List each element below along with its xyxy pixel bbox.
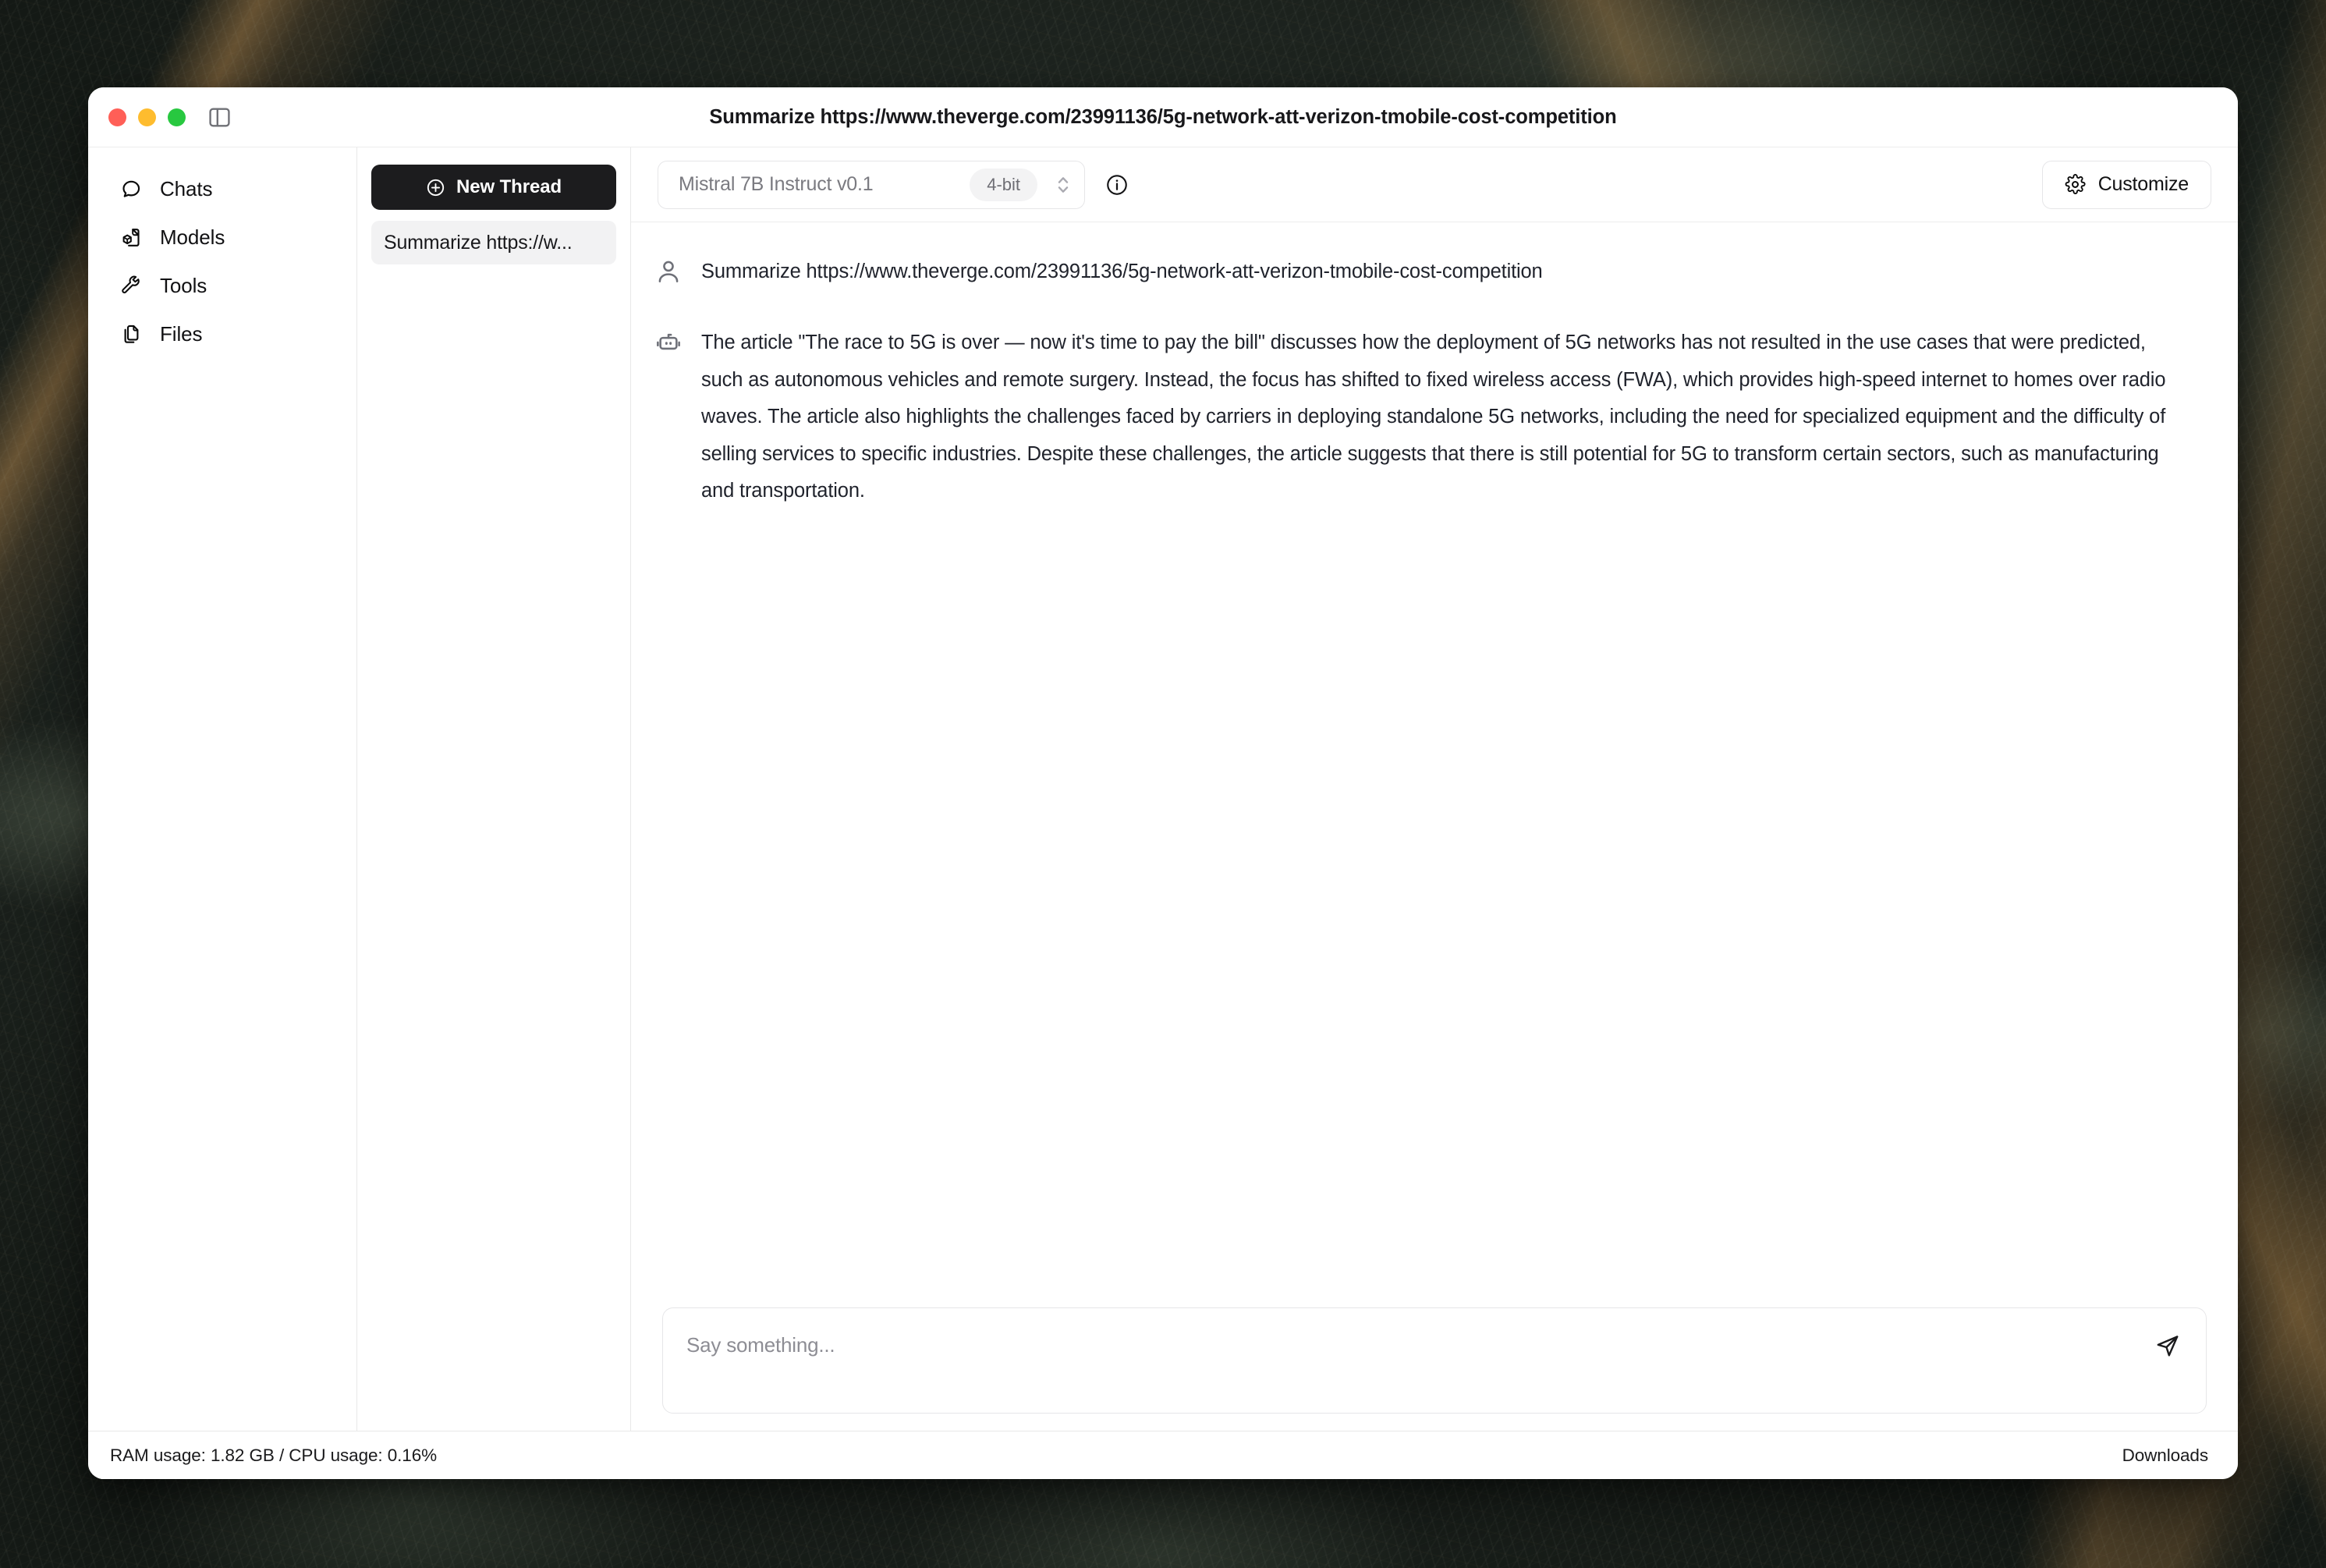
sidebar-item-chats[interactable]: Chats <box>88 165 356 213</box>
chat-bubble-icon <box>119 177 143 200</box>
sidebar-item-files[interactable]: Files <box>88 310 356 358</box>
model-file-icon <box>119 225 143 249</box>
sidebar-item-models[interactable]: Models <box>88 213 356 261</box>
minimize-button[interactable] <box>138 108 156 126</box>
customize-button[interactable]: Customize <box>2041 160 2211 209</box>
zoom-button[interactable] <box>168 108 186 126</box>
message-assistant: The article "The race to 5G is over — no… <box>654 325 2207 509</box>
sidebar-toggle-icon[interactable] <box>209 108 230 127</box>
threads-panel: New Thread Summarize https://w... <box>357 147 631 1431</box>
model-selector[interactable]: Mistral 7B Instruct v0.1 4-bit <box>658 160 1085 209</box>
window-titlebar: Summarize https://www.theverge.com/23991… <box>88 87 2238 147</box>
sidebar-item-label: Files <box>160 321 203 346</box>
composer-area: Say something... <box>631 1307 2238 1431</box>
message-user: Summarize https://www.theverge.com/23991… <box>654 254 2207 290</box>
status-bar: RAM usage: 1.82 GB / CPU usage: 0.16% Do… <box>88 1431 2238 1479</box>
page-title: Summarize https://www.theverge.com/23991… <box>709 105 1617 128</box>
chat-header: Mistral 7B Instruct v0.1 4-bit Customize <box>631 147 2238 222</box>
customize-label: Customize <box>2097 173 2189 195</box>
person-icon <box>654 254 683 282</box>
new-thread-button[interactable]: New Thread <box>371 165 616 210</box>
traffic-light-group <box>108 108 186 126</box>
window-body: Chats Models Tools Files New Thread Summ… <box>88 147 2238 1431</box>
sidebar-item-label: Tools <box>160 273 207 297</box>
send-paper-plane-icon[interactable] <box>2151 1329 2184 1361</box>
downloads-link[interactable]: Downloads <box>2122 1446 2209 1466</box>
robot-icon <box>654 325 683 353</box>
composer-placeholder: Say something... <box>686 1333 835 1357</box>
sidebar-item-tools[interactable]: Tools <box>88 261 356 310</box>
sidebar-item-label: Chats <box>160 176 213 200</box>
thread-list-item[interactable]: Summarize https://w... <box>371 221 616 264</box>
message-input[interactable]: Say something... <box>662 1307 2207 1414</box>
close-button[interactable] <box>108 108 126 126</box>
new-thread-label: New Thread <box>456 176 562 197</box>
message-text: The article "The race to 5G is over — no… <box>701 332 2166 502</box>
message-list: Summarize https://www.theverge.com/23991… <box>631 222 2238 1307</box>
plus-circle-icon <box>426 178 445 197</box>
resource-usage-label: RAM usage: 1.82 GB / CPU usage: 0.16% <box>110 1445 438 1465</box>
desktop-background: Summarize https://www.theverge.com/23991… <box>0 0 2326 1568</box>
gear-icon <box>2065 174 2086 195</box>
nav-sidebar: Chats Models Tools Files <box>88 147 357 1431</box>
chat-panel: Mistral 7B Instruct v0.1 4-bit Customize… <box>631 147 2238 1431</box>
message-text: Summarize https://www.theverge.com/23991… <box>701 261 1543 282</box>
info-circle-icon[interactable] <box>1104 172 1130 198</box>
model-name-label: Mistral 7B Instruct v0.1 <box>679 173 874 195</box>
quantization-badge: 4-bit <box>970 168 1037 201</box>
thread-title: Summarize https://w... <box>384 231 573 254</box>
sidebar-item-label: Models <box>160 225 225 249</box>
app-window: Summarize https://www.theverge.com/23991… <box>88 87 2238 1479</box>
chevron-up-down-icon <box>1053 172 1073 198</box>
files-copy-icon <box>119 322 143 346</box>
wrench-icon <box>119 274 143 297</box>
